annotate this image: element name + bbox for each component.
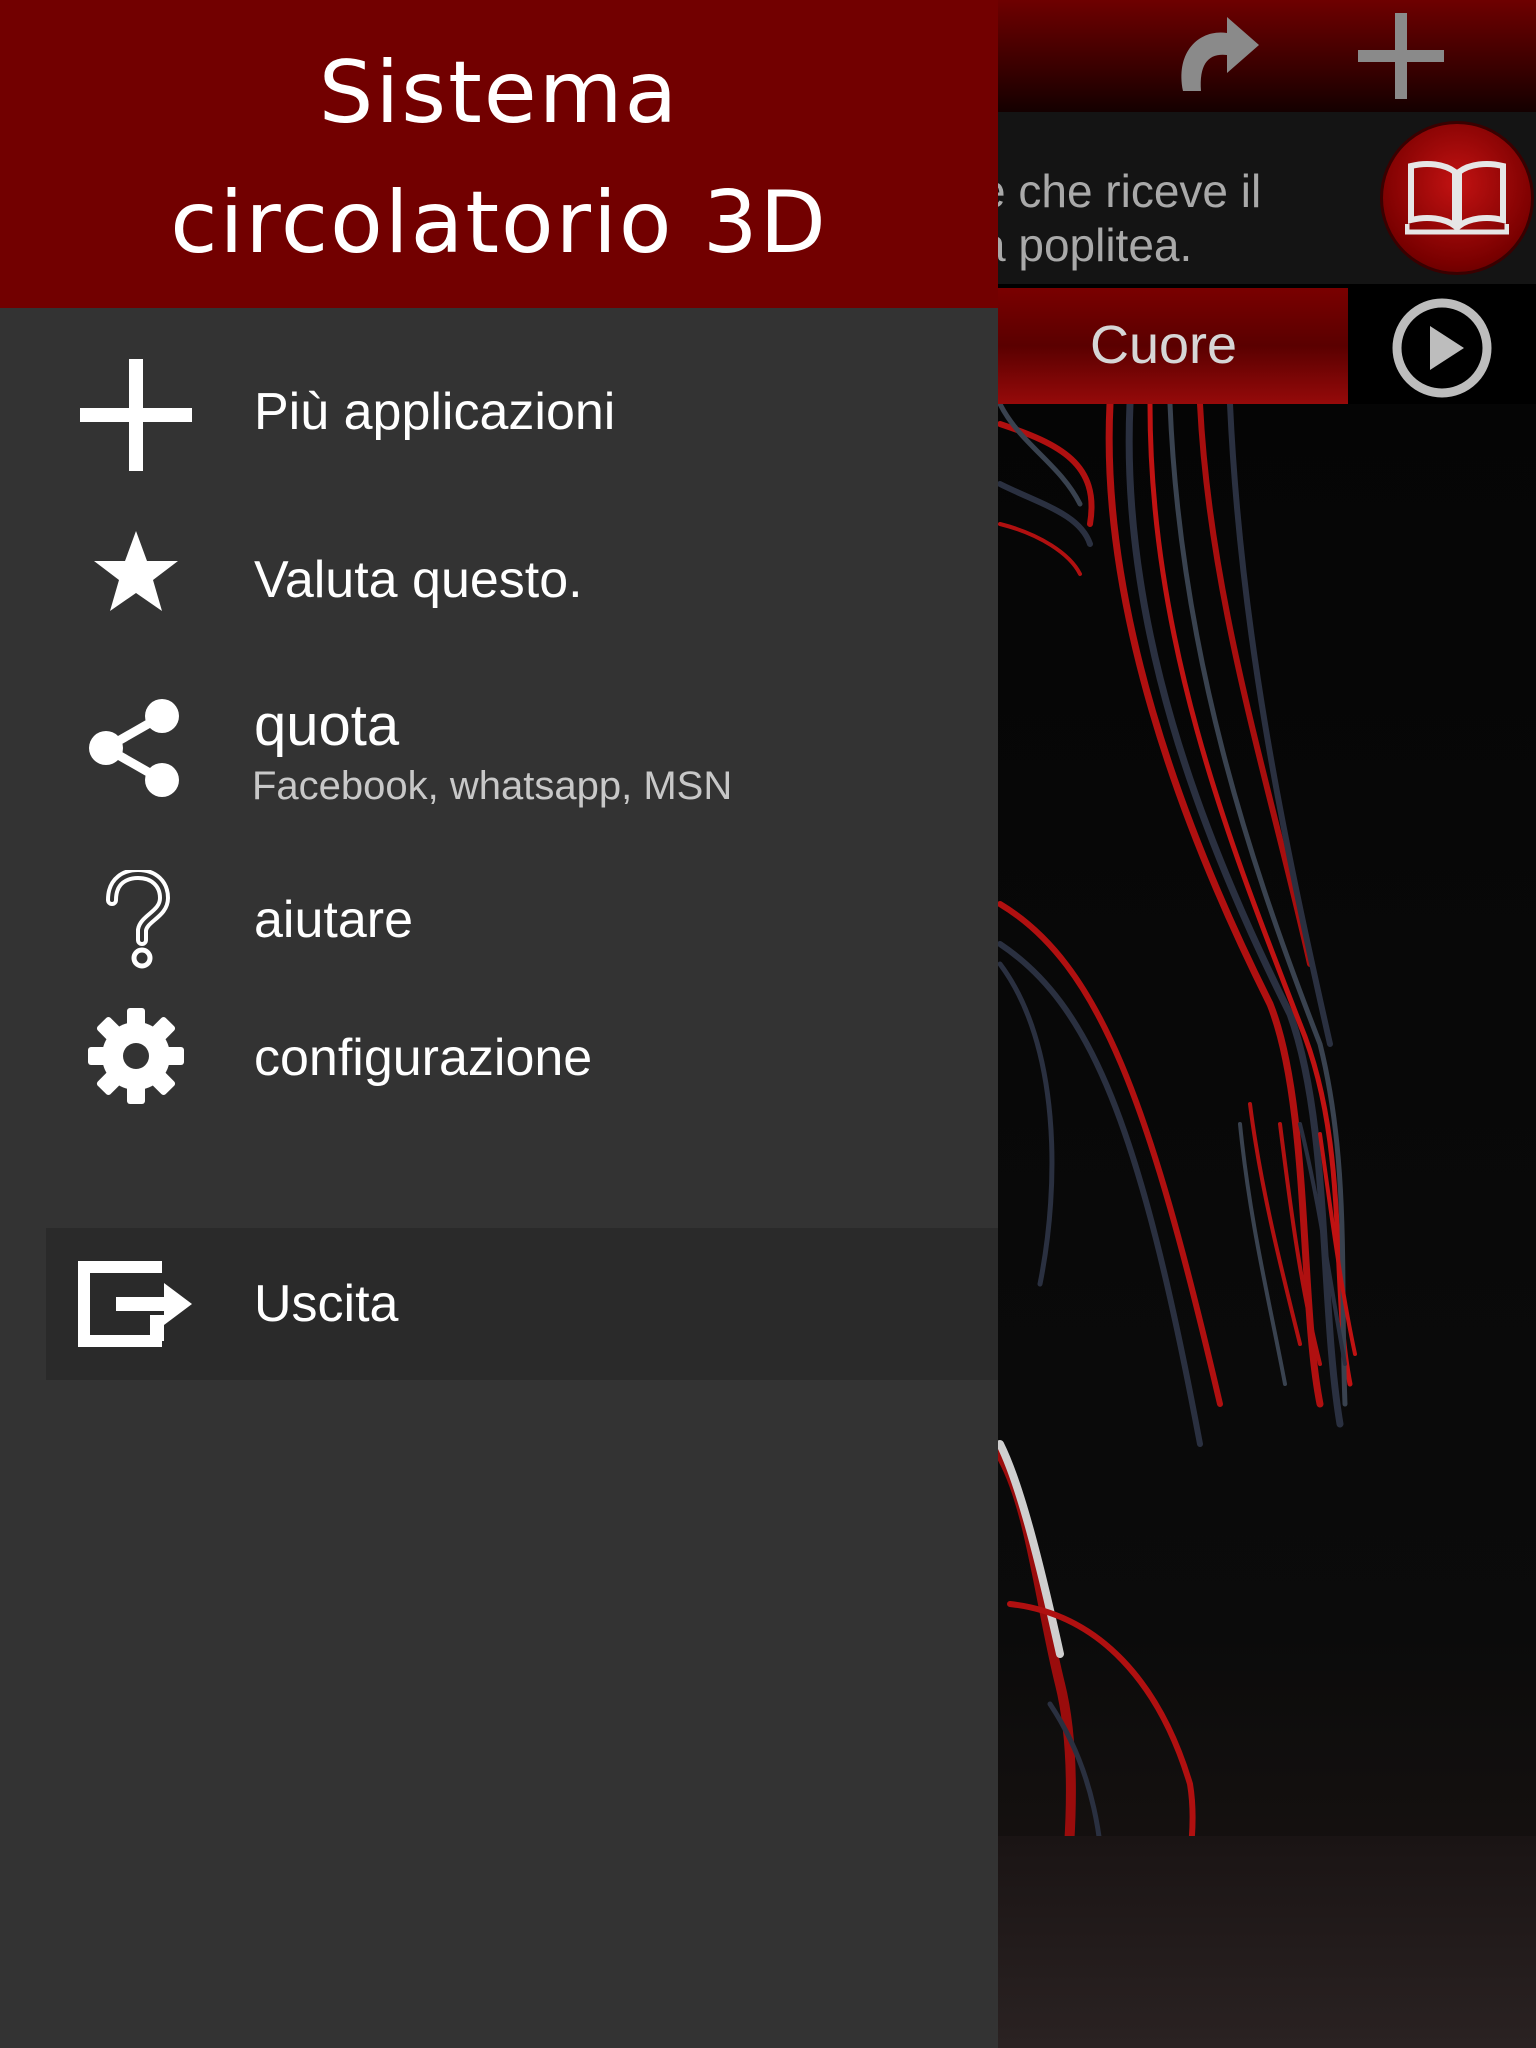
menu-item-rate[interactable]: Valuta questo. [0,508,998,658]
play-button[interactable] [1386,292,1498,404]
menu-item-settings[interactable]: configurazione [0,990,998,1140]
menu-item-share[interactable]: quota Facebook, whatsapp, MSN [0,680,998,830]
info-text-line-2: a poplitea. [980,219,1193,271]
question-icon [76,860,196,980]
menu-item-sublabel: Facebook, whatsapp, MSN [252,764,733,808]
play-icon [1392,298,1492,398]
menu-item-label: configurazione [254,1029,593,1087]
book-icon [1405,161,1509,235]
menu-item-label: Uscita [254,1275,399,1333]
menu-item-label: aiutare [254,891,413,949]
menu-item-label: Più applicazioni [254,383,616,441]
menu-item-label: Valuta questo. [254,551,583,609]
drawer-header: Sistema circolatorio 3D [0,0,998,308]
share-icon [76,688,196,808]
info-text: e che riceve il a poplitea. [980,164,1310,272]
plus-icon [76,355,196,475]
navigation-drawer: Sistema circolatorio 3D Più applicazioni… [0,0,998,2048]
gear-icon [76,996,196,1116]
menu-item-label: quota [254,693,400,758]
menu-item-exit[interactable]: Uscita [46,1228,998,1380]
app-title: Sistema circolatorio 3D [170,43,828,273]
redo-icon [1181,17,1259,91]
exit-icon [76,1244,196,1364]
redo-button[interactable] [1150,0,1280,112]
add-button[interactable] [1336,0,1466,112]
book-button[interactable] [1383,124,1531,272]
info-text-line-1: e che riceve il [980,165,1262,217]
star-icon [76,513,196,633]
menu-item-more-apps[interactable]: Più applicazioni [0,340,998,490]
organ-tab-label: Cuore [1090,315,1238,375]
plus-icon [1358,13,1444,99]
menu-item-help[interactable]: aiutare [0,848,998,998]
